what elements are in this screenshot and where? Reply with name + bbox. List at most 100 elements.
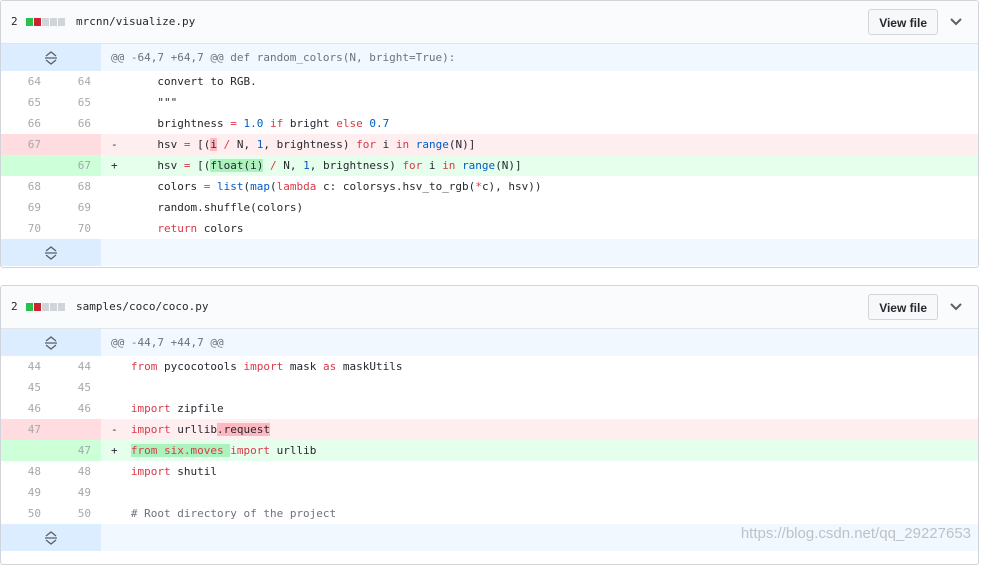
file-name[interactable]: mrcnn/visualize.py <box>76 15 195 28</box>
code-token: in <box>442 159 456 172</box>
diff-sign <box>111 201 131 214</box>
old-line-number[interactable]: 68 <box>1 176 41 197</box>
old-line-number[interactable]: 45 <box>1 377 41 398</box>
new-line-number[interactable]: 67 <box>51 155 91 176</box>
context-line: 44 44 from pycocotools import mask as mas… <box>1 356 978 377</box>
expand-icon[interactable] <box>44 531 58 545</box>
diffstat-blocks <box>26 303 66 311</box>
context-line: 46 46 import zipfile <box>1 398 978 419</box>
code-token: mask <box>283 360 323 373</box>
code-token: [( <box>190 138 211 151</box>
new-line-number[interactable]: 49 <box>51 482 91 503</box>
diffstat-neutral-block <box>50 303 57 311</box>
new-line-number[interactable]: 50 <box>51 503 91 524</box>
diffstat-blocks <box>26 18 66 26</box>
code-text: return colors <box>111 218 243 239</box>
diff-sign <box>111 465 131 478</box>
diff-file: 2 samples/coco/coco.py View file @@ -44,… <box>0 285 979 565</box>
old-line-number[interactable]: 47 <box>1 419 41 440</box>
expand-icon[interactable] <box>44 51 58 65</box>
code-token: urllib <box>269 444 317 457</box>
old-line-number[interactable]: 44 <box>1 356 41 377</box>
old-line-number[interactable]: 49 <box>1 482 41 503</box>
diffstat-del-block <box>34 303 41 311</box>
diffstat-del-block <box>34 18 41 26</box>
diff-sign: + <box>111 444 131 457</box>
code-token: list <box>216 180 244 193</box>
old-line-number[interactable]: 46 <box>1 398 41 419</box>
old-line-number[interactable]: 69 <box>1 197 41 218</box>
expand-icon[interactable] <box>44 246 58 260</box>
diff-file: 2 mrcnn/visualize.py View file @@ -64,7 … <box>0 0 979 268</box>
code-token: colors <box>130 180 204 193</box>
new-line-number[interactable]: 66 <box>51 113 91 134</box>
code-token: hsv <box>130 138 184 151</box>
new-line-number[interactable]: 44 <box>51 356 91 377</box>
chevron-down-icon[interactable] <box>948 298 964 314</box>
new-line-number[interactable]: 69 <box>51 197 91 218</box>
view-file-button[interactable]: View file <box>868 9 938 35</box>
change-count: 2 <box>11 300 18 313</box>
old-line-number[interactable]: 65 <box>1 92 41 113</box>
diffstat-neutral-block <box>42 303 49 311</box>
context-line: 68 68 colors = list(map(lambda c: colorsy… <box>1 176 978 197</box>
hunk-header: @@ -64,7 +64,7 @@ def random_colors(N, b… <box>1 44 978 71</box>
chevron-down-icon[interactable] <box>948 13 964 29</box>
code-token: ( <box>269 180 277 193</box>
new-line-number[interactable]: 47 <box>51 440 91 461</box>
old-line-number[interactable]: 48 <box>1 461 41 482</box>
code-token: for <box>402 159 423 172</box>
view-file-button[interactable]: View file <box>868 294 938 320</box>
hunk-text: @@ -44,7 +44,7 @@ <box>111 336 224 349</box>
new-line-number[interactable]: 48 <box>51 461 91 482</box>
code-text: random.shuffle(colors) <box>111 197 303 218</box>
code-token: brightness <box>130 117 231 130</box>
context-line: 69 69 random.shuffle(colors) <box>1 197 978 218</box>
code-token: import <box>130 465 171 478</box>
new-line-number[interactable]: 70 <box>51 218 91 239</box>
file-name[interactable]: samples/coco/coco.py <box>76 300 208 313</box>
diff-sign <box>111 486 131 499</box>
new-line-number[interactable]: 64 <box>51 71 91 92</box>
old-line-number[interactable]: 66 <box>1 113 41 134</box>
diffstat-add-block <box>26 303 33 311</box>
new-line-number[interactable]: 65 <box>51 92 91 113</box>
new-line-number[interactable]: 45 <box>51 377 91 398</box>
hunk-header: @@ -44,7 +44,7 @@ <box>1 329 978 356</box>
watermark: https://blog.csdn.net/qq_29227653 <box>740 525 971 542</box>
code-token: in <box>395 138 410 151</box>
diff-sign <box>111 507 131 520</box>
code-token: / <box>269 159 277 172</box>
new-line-number[interactable]: 68 <box>51 176 91 197</box>
code-token: (N)] <box>495 159 522 172</box>
code-token: import <box>243 360 284 373</box>
code-token: bright <box>283 117 337 130</box>
old-line-number[interactable]: 50 <box>1 503 41 524</box>
old-line-number[interactable]: 64 <box>1 71 41 92</box>
diff-sign <box>111 222 131 235</box>
code-text: colors = list(map(lambda c: colorsys.hsv… <box>111 176 541 197</box>
code-token: N, <box>230 138 257 151</box>
old-line-number[interactable]: 67 <box>1 134 41 155</box>
code-token: hsv <box>130 159 184 172</box>
new-line-number[interactable]: 46 <box>51 398 91 419</box>
diff-sign: + <box>111 159 131 172</box>
code-text: from pycocotools import mask as maskUtil… <box>111 356 403 377</box>
code-token: , brightness) <box>263 138 357 151</box>
file-header: 2 mrcnn/visualize.py View file <box>1 1 978 44</box>
context-line: 70 70 return colors <box>1 218 978 239</box>
code-token: # Root directory of the project <box>130 507 337 520</box>
code-token: range <box>415 138 449 151</box>
code-text: # Root directory of the project <box>111 503 336 524</box>
code-token: if <box>269 117 284 130</box>
code-token: for <box>356 138 376 151</box>
old-line-number[interactable]: 70 <box>1 218 41 239</box>
diffstat-neutral-block <box>58 18 65 26</box>
code-text <box>111 482 131 503</box>
code-text: brightness = 1.0 if bright else 0.7 <box>111 113 389 134</box>
code-text: + from six.moves import urllib <box>111 440 316 461</box>
expand-icon[interactable] <box>44 336 58 350</box>
